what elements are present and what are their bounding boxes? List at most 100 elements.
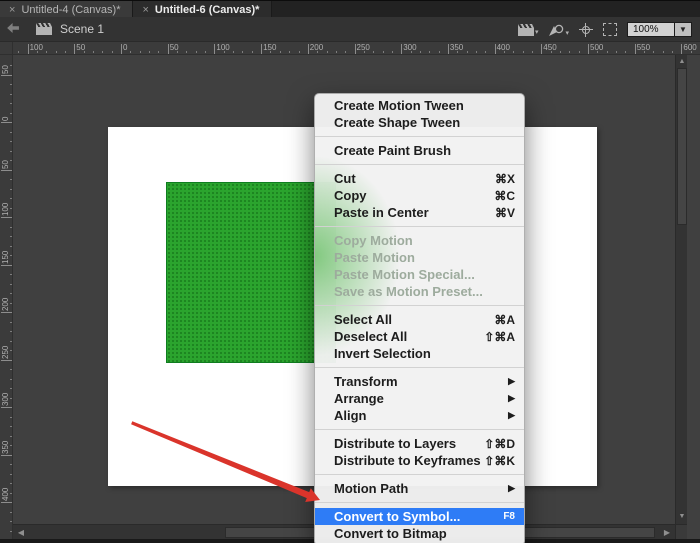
- menu-item-label: Align: [334, 408, 508, 423]
- ruler-tick: [1, 75, 12, 76]
- menu-item-label: Distribute to Keyframes: [334, 453, 484, 468]
- menu-item[interactable]: Arrange▶: [315, 390, 524, 407]
- ruler-tick: [140, 51, 141, 53]
- menu-item[interactable]: Create Motion Tween: [315, 97, 524, 114]
- scroll-up-icon[interactable]: ▲: [676, 57, 688, 67]
- menu-item[interactable]: Create Shape Tween: [315, 114, 524, 131]
- menu-separator: [315, 136, 524, 137]
- zoom-dropdown-button[interactable]: ▼: [675, 22, 692, 37]
- menu-item-label: Create Paint Brush: [334, 143, 515, 158]
- tab-untitled-6[interactable]: × Untitled-6 (Canvas)*: [133, 1, 272, 18]
- menu-item[interactable]: Transform▶: [315, 373, 524, 390]
- menu-separator: [315, 305, 524, 306]
- ruler-tick: [10, 483, 12, 484]
- menu-item-label: Copy: [334, 188, 494, 203]
- menu-item[interactable]: Distribute to Keyframes⇧⌘K: [315, 452, 524, 469]
- menu-item-label: Distribute to Layers: [334, 436, 484, 451]
- submenu-arrow-icon: ▶: [508, 393, 515, 404]
- ruler-tick: [10, 445, 12, 446]
- ruler-tick: [168, 44, 169, 55]
- menu-item[interactable]: Distribute to Layers⇧⌘D: [315, 435, 524, 452]
- back-button[interactable]: [0, 20, 26, 38]
- scene-breadcrumb[interactable]: Scene 1: [36, 22, 104, 36]
- ruler-tick: [504, 51, 505, 53]
- ruler-tick: [74, 44, 75, 55]
- menu-item[interactable]: Cut⌘X: [315, 170, 524, 187]
- clip-content-button[interactable]: [603, 23, 617, 36]
- scroll-down-icon[interactable]: ▼: [676, 512, 688, 522]
- menu-separator: [315, 474, 524, 475]
- chevron-down-icon: ▾: [535, 30, 539, 36]
- ruler-tick: [233, 51, 234, 53]
- ruler-tick: [10, 426, 12, 427]
- menu-item[interactable]: Paste in Center⌘V: [315, 204, 524, 221]
- ruler-tick: [93, 51, 94, 53]
- menu-item[interactable]: Convert to Symbol...F8: [315, 508, 524, 525]
- ruler-tick: [10, 65, 12, 66]
- ruler-tick: [551, 51, 552, 53]
- menu-item[interactable]: Create Paint Brush: [315, 142, 524, 159]
- close-icon[interactable]: ×: [9, 4, 15, 16]
- close-icon[interactable]: ×: [142, 4, 148, 16]
- crosshair-icon: [582, 26, 590, 34]
- tab-title: Untitled-6 (Canvas)*: [155, 4, 260, 16]
- menu-item[interactable]: Deselect All⇧⌘A: [315, 328, 524, 345]
- menu-item[interactable]: Invert Selection: [315, 345, 524, 362]
- menu-item[interactable]: Motion Path▶: [315, 480, 524, 497]
- menu-item-label: Convert to Bitmap: [334, 526, 515, 541]
- ruler-tick: [429, 51, 430, 53]
- ruler-tick: [10, 236, 12, 237]
- tab-untitled-4[interactable]: × Untitled-4 (Canvas)*: [0, 1, 133, 18]
- selected-green-rectangle[interactable]: [166, 182, 336, 363]
- ruler-tick: [308, 44, 309, 55]
- zoom-level-field[interactable]: 100%: [627, 22, 675, 37]
- menu-item[interactable]: Align▶: [315, 407, 524, 424]
- menu-item-label: Convert to Symbol...: [334, 509, 503, 524]
- ruler-tick: [10, 113, 12, 114]
- menu-item-label: Create Motion Tween: [334, 98, 515, 113]
- horizontal-ruler: 1005005010015020025030035040045050055060…: [0, 42, 700, 55]
- ruler-tick: [10, 151, 12, 152]
- ruler-tick: [261, 44, 262, 55]
- scene-clapper-icon: [36, 23, 52, 35]
- ruler-tick: [485, 51, 486, 53]
- ruler-tick: [663, 51, 664, 53]
- edit-scene-button[interactable]: ▾: [518, 24, 539, 36]
- ruler-tick: [28, 44, 29, 55]
- ruler-tick: [355, 44, 356, 55]
- menu-item-label: Select All: [334, 312, 494, 327]
- scroll-left-icon[interactable]: ◀: [15, 525, 27, 540]
- zoom-control: 100% ▼: [627, 22, 692, 37]
- ruler-tick: [10, 94, 12, 95]
- ruler-tick: [607, 51, 608, 53]
- edit-symbols-button[interactable]: ▾: [548, 23, 569, 37]
- menu-item-shortcut: ⌘V: [495, 206, 515, 220]
- menu-item[interactable]: Convert to Bitmap: [315, 525, 524, 542]
- menu-item[interactable]: Save as Motion Preset...: [315, 283, 524, 300]
- vertical-scrollbar-thumb[interactable]: [677, 68, 687, 225]
- menu-item[interactable]: Paste Motion: [315, 249, 524, 266]
- ruler-tick: [10, 274, 12, 275]
- ruler-tick: [10, 284, 12, 285]
- ruler-tick: [1, 407, 12, 408]
- ruler-tick: [84, 51, 85, 53]
- menu-item-shortcut: ⌘X: [495, 172, 515, 186]
- ruler-tick: [158, 51, 159, 53]
- ruler-tick: [10, 531, 12, 532]
- ruler-tick: [1, 455, 12, 456]
- menu-item[interactable]: Copy⌘C: [315, 187, 524, 204]
- menu-item[interactable]: Copy Motion: [315, 232, 524, 249]
- ruler-tick: [1, 360, 12, 361]
- ruler-tick: [10, 293, 12, 294]
- vertical-scrollbar[interactable]: ▲ ▼: [675, 55, 687, 524]
- menu-item[interactable]: Paste Motion Special...: [315, 266, 524, 283]
- menu-item-shortcut: ⇧⌘A: [484, 330, 515, 344]
- ruler-tick: [420, 51, 421, 53]
- menu-item[interactable]: Select All⌘A: [315, 311, 524, 328]
- ruler-tick: [327, 51, 328, 53]
- center-frame-button[interactable]: [579, 23, 593, 37]
- ruler-tick: [373, 51, 374, 53]
- ruler-tick: [56, 51, 57, 53]
- scroll-right-icon[interactable]: ▶: [661, 525, 673, 540]
- ruler-tick: [401, 44, 402, 55]
